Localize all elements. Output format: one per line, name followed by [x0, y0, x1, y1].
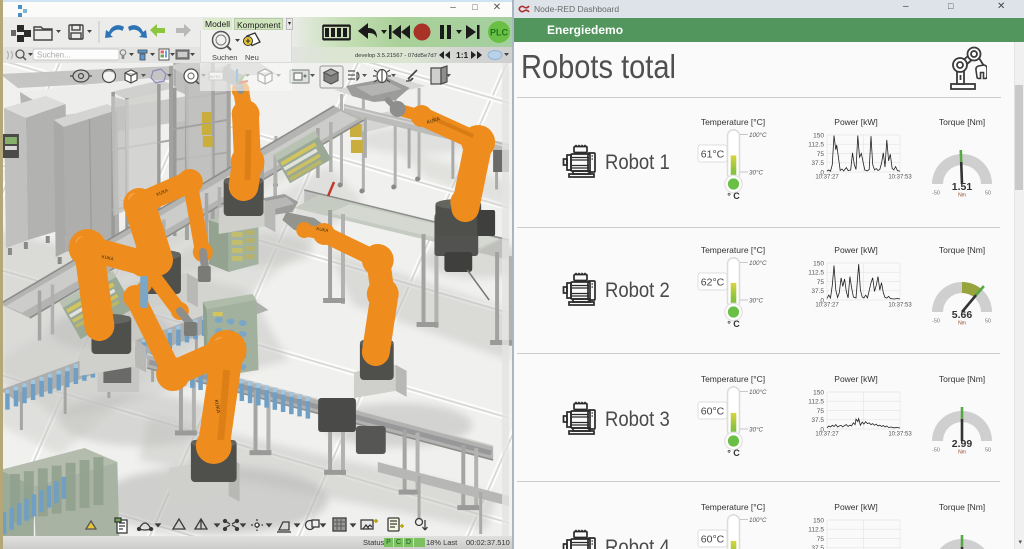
svg-text:61°C: 61°C — [701, 149, 725, 161]
svg-text:60°C: 60°C — [701, 406, 725, 418]
svg-text:-50: -50 — [932, 448, 940, 454]
svg-text:develop 3.5.21567 - 07dd5e7d7: develop 3.5.21567 - 07dd5e7d7 — [355, 53, 437, 59]
svg-text:Neu: Neu — [245, 53, 259, 62]
svg-text:100°C: 100°C — [749, 388, 767, 396]
svg-text:60°C: 60°C — [701, 534, 725, 546]
svg-text:30°C: 30°C — [749, 169, 764, 177]
svg-text:PLC: PLC — [490, 28, 509, 38]
svg-text:112.5: 112.5 — [808, 142, 824, 149]
svg-text:10:37:53: 10:37:53 — [888, 303, 912, 309]
svg-text:37.5: 37.5 — [811, 545, 824, 549]
svg-text:10:37:27: 10:37:27 — [815, 432, 839, 438]
svg-text:2.99: 2.99 — [952, 438, 973, 450]
svg-text:50: 50 — [985, 448, 991, 454]
svg-text:75: 75 — [817, 151, 825, 158]
svg-text:150: 150 — [813, 260, 824, 267]
svg-text:10:37:53: 10:37:53 — [888, 432, 912, 438]
svg-text:-50: -50 — [932, 191, 940, 197]
svg-text:100°C: 100°C — [749, 131, 767, 139]
svg-text:75: 75 — [817, 408, 825, 415]
svg-text:10:37:27: 10:37:27 — [815, 303, 839, 309]
svg-text:50: 50 — [985, 319, 991, 325]
svg-text:1:1: 1:1 — [456, 50, 469, 60]
svg-text:30°C: 30°C — [749, 297, 764, 305]
svg-text:150: 150 — [813, 389, 824, 396]
svg-text:30°C: 30°C — [749, 426, 764, 434]
svg-text:112.5: 112.5 — [808, 527, 824, 534]
svg-text:112.5: 112.5 — [808, 399, 824, 406]
svg-text:Suchen...: Suchen... — [37, 51, 71, 60]
svg-text:37.5: 37.5 — [811, 288, 824, 295]
svg-text:1.51: 1.51 — [952, 181, 973, 193]
svg-text:112.5: 112.5 — [808, 270, 824, 277]
svg-text:Nm: Nm — [958, 321, 966, 327]
svg-text:37.5: 37.5 — [811, 160, 824, 167]
svg-text:150: 150 — [813, 132, 824, 139]
svg-text:5.66: 5.66 — [952, 309, 973, 321]
svg-text:° C: ° C — [727, 448, 740, 458]
svg-text:75: 75 — [817, 536, 825, 543]
svg-text:Nm: Nm — [958, 450, 966, 456]
svg-text:37.5: 37.5 — [811, 417, 824, 424]
svg-text:-50: -50 — [932, 319, 940, 325]
svg-text:100°C: 100°C — [749, 259, 767, 267]
svg-text:75: 75 — [817, 279, 825, 286]
svg-text:150: 150 — [813, 517, 824, 524]
svg-text:62°C: 62°C — [701, 277, 725, 289]
svg-text:10:37:27: 10:37:27 — [815, 175, 839, 181]
svg-text:° C: ° C — [727, 191, 740, 201]
svg-text:Suchen: Suchen — [212, 53, 237, 62]
svg-text:100°C: 100°C — [749, 516, 767, 524]
svg-text:° C: ° C — [727, 319, 740, 329]
svg-text:10:37:53: 10:37:53 — [888, 175, 912, 181]
svg-text:Nm: Nm — [958, 193, 966, 199]
svg-text:50: 50 — [985, 191, 991, 197]
